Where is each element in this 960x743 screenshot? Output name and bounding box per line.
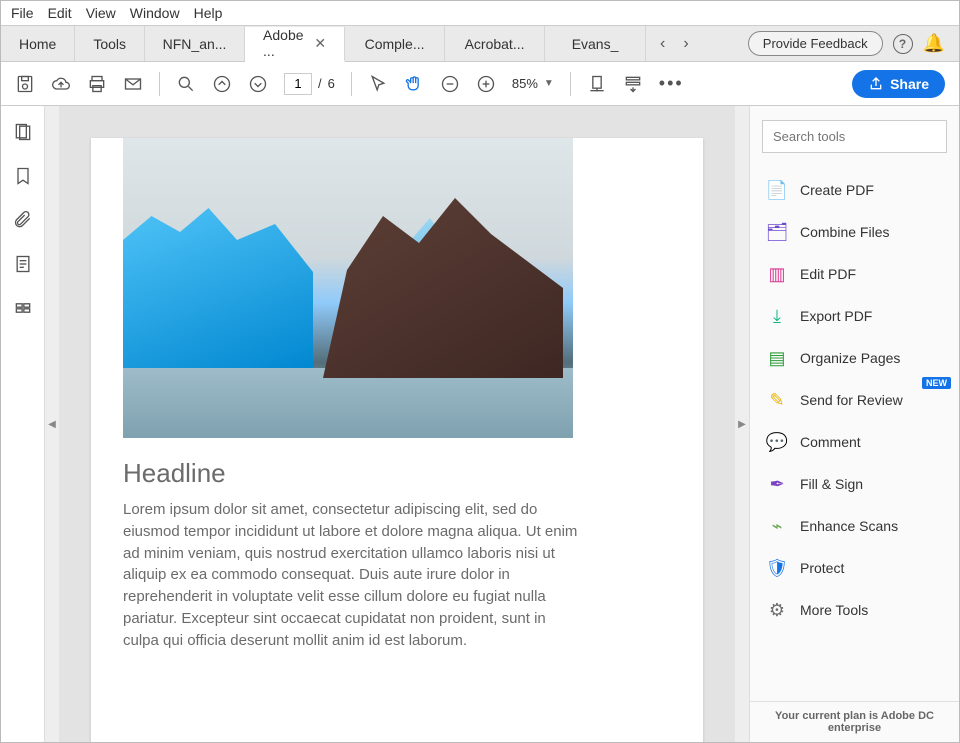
tool-icon: ⤓ [766, 305, 788, 327]
left-nav-rail [1, 106, 45, 742]
document-body-text: Lorem ipsum dolor sit amet, consectetur … [123, 499, 583, 651]
tool-fill-sign[interactable]: ✒ Fill & Sign [754, 463, 955, 505]
tool-icon: 📄 [766, 179, 788, 201]
tool-combine-files[interactable]: 🗂 Combine Files [754, 211, 955, 253]
zoom-out-icon[interactable] [440, 74, 460, 94]
share-label: Share [890, 76, 929, 92]
tool-organize-pages[interactable]: ▤ Organize Pages [754, 337, 955, 379]
tool-edit-pdf[interactable]: ▥ Edit PDF [754, 253, 955, 295]
tool-label: Edit PDF [800, 266, 856, 282]
menu-file[interactable]: File [11, 5, 34, 21]
chevron-right-icon: ▶ [738, 419, 746, 430]
chevron-left-icon: ◀ [48, 419, 56, 430]
select-tool-icon[interactable] [368, 74, 388, 94]
tab-nav-next-icon[interactable]: › [683, 35, 688, 53]
tab-close-icon[interactable]: ✕ [314, 35, 326, 52]
tool-comment[interactable]: 💬 Comment [754, 421, 955, 463]
thumbnails-icon[interactable] [13, 122, 33, 142]
toolbar: / 6 85% ▼ ••• Share [1, 62, 959, 106]
tool-label: Enhance Scans [800, 518, 898, 534]
tool-icon: ✎ [766, 389, 788, 411]
zoom-in-icon[interactable] [476, 74, 496, 94]
tool-send-for-review[interactable]: ✎ Send for Review NEW [754, 379, 955, 421]
page-sep: / [318, 76, 322, 91]
scroll-mode-icon[interactable] [623, 74, 643, 94]
cloud-upload-icon[interactable] [51, 74, 71, 94]
email-icon[interactable] [123, 74, 143, 94]
tool-label: Comment [800, 434, 861, 450]
page-total: 6 [328, 76, 335, 91]
tool-label: Combine Files [800, 224, 889, 240]
tab-file-0[interactable]: NFN_an... [145, 26, 245, 61]
tool-label: Protect [800, 560, 844, 576]
left-panel-toggle[interactable]: ◀ [45, 106, 59, 742]
tool-icon: ⌁ [766, 515, 788, 537]
layers-icon[interactable] [13, 298, 33, 318]
notifications-icon[interactable]: 🔔 [923, 33, 945, 54]
menu-help[interactable]: Help [194, 5, 223, 21]
tool-label: More Tools [800, 602, 868, 618]
tool-label: Organize Pages [800, 350, 900, 366]
tab-nav-prev-icon[interactable]: ‹ [660, 35, 665, 53]
tool-icon: ▥ [766, 263, 788, 285]
document-headline: Headline [123, 458, 703, 489]
tool-icon: ✒ [766, 473, 788, 495]
print-icon[interactable] [87, 74, 107, 94]
tool-label: Export PDF [800, 308, 872, 324]
tool-create-pdf[interactable]: 📄 Create PDF [754, 169, 955, 211]
tool-icon: 💬 [766, 431, 788, 453]
tab-bar: Home Tools NFN_an... Adobe ...✕ Comple..… [1, 26, 959, 62]
page-icon[interactable] [13, 254, 33, 274]
search-icon[interactable] [176, 74, 196, 94]
tool-label: Fill & Sign [800, 476, 863, 492]
tool-protect[interactable]: 🛡 Protect [754, 547, 955, 589]
page-down-icon[interactable] [248, 74, 268, 94]
tool-list: 📄 Create PDF 🗂 Combine Files ▥ Edit PDF ⤓ Expor… [750, 163, 959, 701]
provide-feedback-button[interactable]: Provide Feedback [748, 31, 883, 56]
new-badge: NEW [922, 377, 951, 389]
menu-view[interactable]: View [86, 5, 116, 21]
bookmark-icon[interactable] [13, 166, 33, 186]
zoom-dropdown-icon[interactable]: ▼ [544, 78, 554, 89]
zoom-value[interactable]: 85% [512, 76, 538, 91]
menu-window[interactable]: Window [130, 5, 180, 21]
tools-panel: 📄 Create PDF 🗂 Combine Files ▥ Edit PDF ⤓ Expor… [749, 106, 959, 742]
tab-home[interactable]: Home [1, 26, 75, 61]
tool-label: Send for Review [800, 392, 903, 408]
document-image [123, 138, 573, 438]
tool-export-pdf[interactable]: ⤓ Export PDF [754, 295, 955, 337]
help-icon[interactable]: ? [893, 34, 913, 54]
tool-icon: 🗂 [766, 221, 788, 243]
tool-icon: ⚙ [766, 599, 788, 621]
tab-tools[interactable]: Tools [75, 26, 145, 61]
page-up-icon[interactable] [212, 74, 232, 94]
tool-icon: ▤ [766, 347, 788, 369]
hand-tool-icon[interactable] [404, 74, 424, 94]
tab-file-2[interactable]: Comple... [345, 26, 445, 61]
right-panel-toggle[interactable]: ▶ [735, 106, 749, 742]
fit-width-icon[interactable] [587, 74, 607, 94]
main-area: ◀ Headline Lorem ipsum dolor sit amet, c… [1, 106, 959, 742]
save-icon[interactable] [15, 74, 35, 94]
plan-note: Your current plan is Adobe DC enterprise [750, 701, 959, 742]
page-indicator: / 6 [284, 73, 335, 95]
tool-more-tools[interactable]: ⚙ More Tools [754, 589, 955, 631]
tool-label: Create PDF [800, 182, 874, 198]
tab-file-3[interactable]: Acrobat... [445, 26, 545, 61]
menu-bar: File Edit View Window Help [1, 1, 959, 26]
share-button[interactable]: Share [852, 70, 945, 98]
share-icon [868, 76, 884, 92]
page-current-input[interactable] [284, 73, 312, 95]
menu-edit[interactable]: Edit [48, 5, 72, 21]
attachment-icon[interactable] [13, 210, 33, 230]
search-tools-input[interactable] [762, 120, 947, 153]
tool-enhance-scans[interactable]: ⌁ Enhance Scans [754, 505, 955, 547]
tab-file-1[interactable]: Adobe ...✕ [245, 27, 345, 62]
tab-file-4[interactable]: Evans_ [545, 26, 645, 61]
pdf-page: Headline Lorem ipsum dolor sit amet, con… [91, 138, 703, 742]
more-tools-icon[interactable]: ••• [659, 73, 684, 94]
tool-icon: 🛡 [766, 557, 788, 579]
document-area: ◀ Headline Lorem ipsum dolor sit amet, c… [45, 106, 749, 742]
